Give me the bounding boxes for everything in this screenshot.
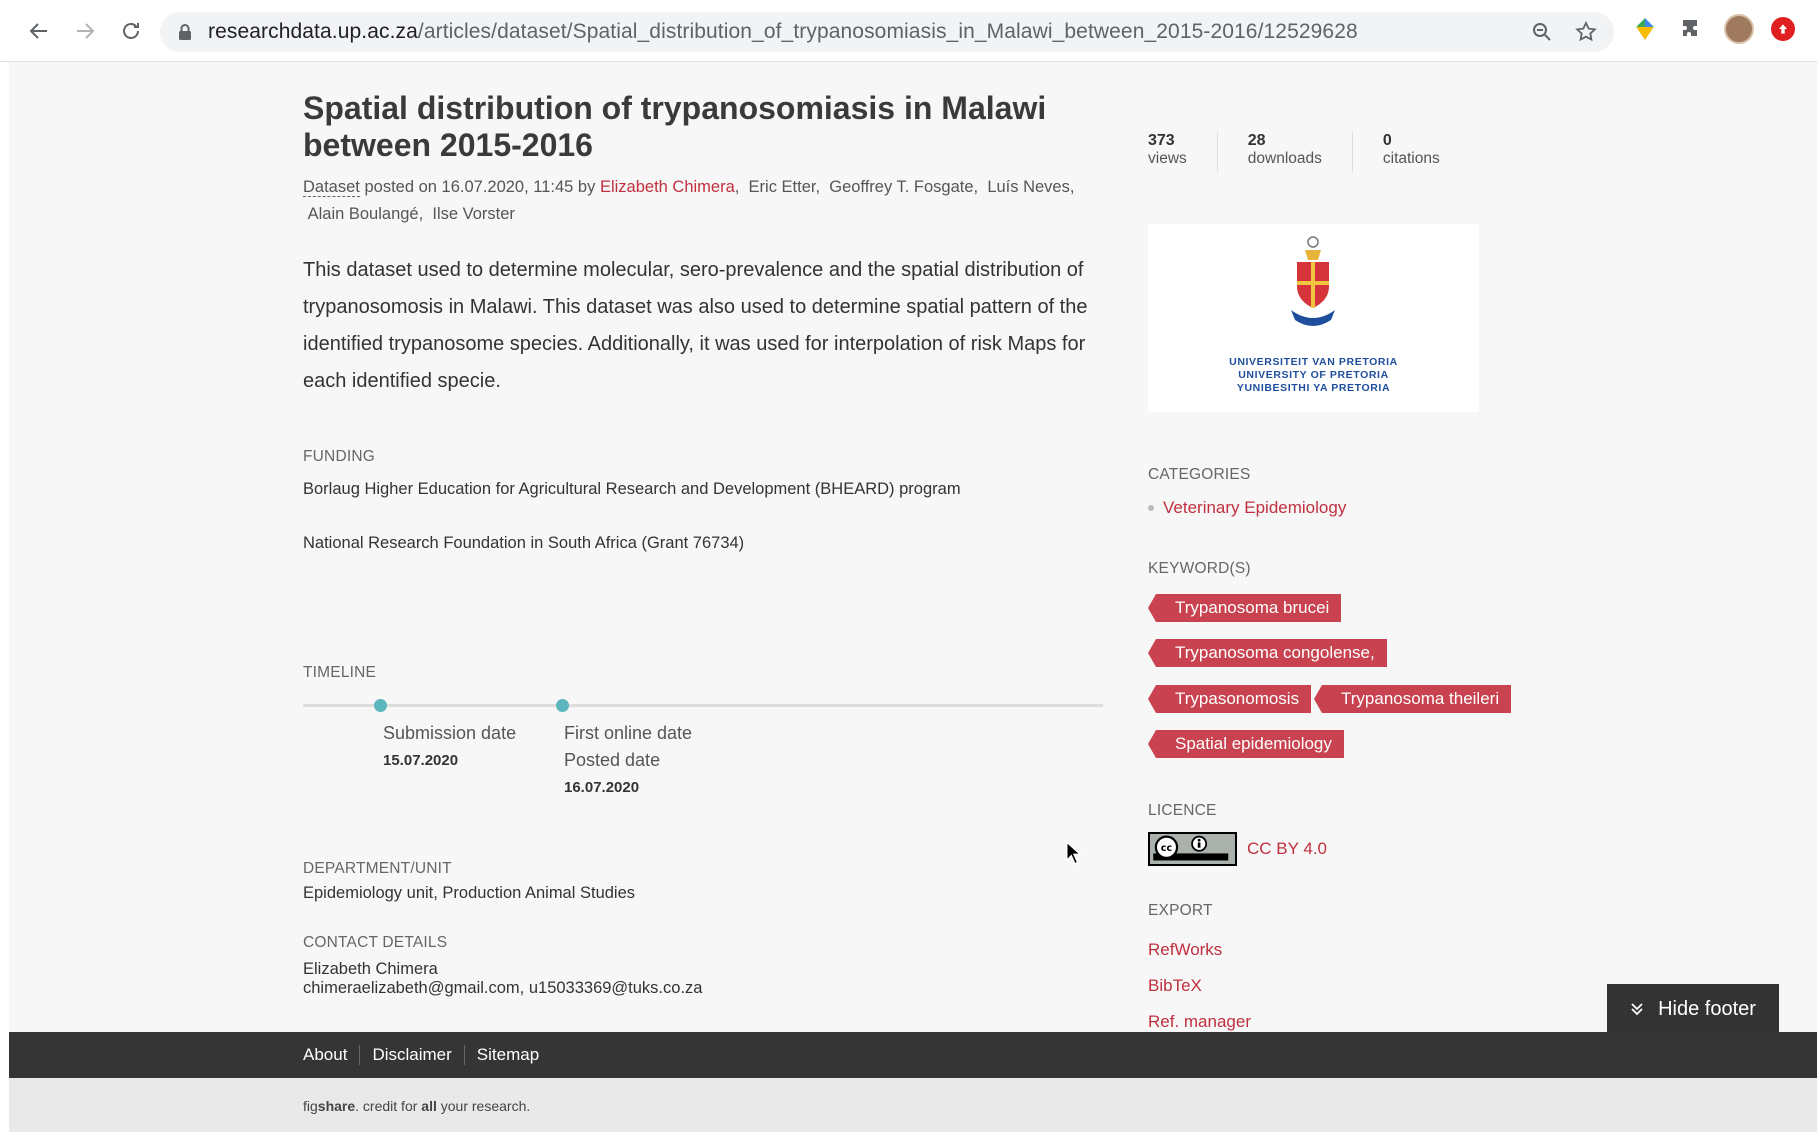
timeline-label: TIMELINE [303, 664, 377, 681]
reload-icon[interactable] [108, 8, 154, 54]
timeline-section: TIMELINE Submission date 15.07.2020 Firs… [303, 664, 1103, 796]
funding-section: FUNDING Borlaug Higher Education for Agr… [303, 448, 961, 552]
contact-section: CONTACT DETAILS Elizabeth Chimera chimer… [303, 934, 702, 998]
credit-text: figshare. credit for all your research. [303, 1098, 531, 1114]
author-name: Geoffrey T. Fosgate [829, 178, 974, 196]
logo-text-line: UNIVERSITY OF PRETORIA [1238, 369, 1389, 381]
browser-toolbar: researchdata.up.ac.za/articles/dataset/S… [0, 0, 1817, 62]
item-type[interactable]: Dataset [303, 178, 360, 197]
footer-link-sitemap[interactable]: Sitemap [463, 1045, 551, 1065]
keyword-tag[interactable]: Spatial epidemiology [1148, 730, 1344, 758]
export-refworks-link[interactable]: RefWorks [1148, 940, 1251, 960]
category-link[interactable]: Veterinary Epidemiology [1148, 498, 1346, 518]
author-name: Ilse Vorster [432, 205, 515, 223]
department-label: DEPARTMENT/UNIT [303, 860, 452, 877]
contact-label: CONTACT DETAILS [303, 934, 448, 951]
author-link[interactable]: Elizabeth Chimera [600, 178, 735, 196]
article-title: Spatial distribution of trypanosomiasis … [303, 90, 1047, 163]
export-bibtex-link[interactable]: BibTeX [1148, 976, 1251, 996]
crest-icon [1291, 236, 1335, 326]
bookmark-star-icon[interactable] [1574, 20, 1598, 44]
licence-section: LICENCE cc CC BY 4.0 [1148, 802, 1327, 866]
submission-label: Submission date [383, 723, 517, 743]
mouse-cursor-icon [1066, 840, 1083, 865]
chevrons-down-icon [1631, 1003, 1643, 1016]
posted-date: 16.07.2020 [564, 779, 640, 796]
page-content: Spatial distribution of trypanosomiasis … [9, 62, 1817, 1132]
keyword-tag[interactable]: Trypasonomosis [1147, 685, 1312, 713]
stat-views: 373 views [1148, 132, 1218, 172]
institution-logo[interactable]: UNIVERSITEIT VAN PRETORIA UNIVERSITY OF … [1148, 224, 1479, 412]
logo-text-line: UNIVERSITEIT VAN PRETORIA [1229, 356, 1398, 368]
contact-name: Elizabeth Chimera [303, 960, 438, 978]
submission-date: 15.07.2020 [383, 752, 459, 769]
department-section: DEPARTMENT/UNIT Epidemiology unit, Produ… [303, 860, 635, 903]
posted-label: Posted date [564, 750, 661, 770]
article-main: Spatial distribution of trypanosomiasis … [303, 90, 1113, 400]
lock-icon [179, 24, 191, 40]
byline: Dataset posted on 16.07.2020, 11:45 by E… [303, 178, 1075, 223]
funding-item: National Research Foundation in South Af… [303, 534, 745, 552]
extension-drive-icon[interactable] [1630, 14, 1660, 44]
categories-label: CATEGORIES [1148, 466, 1251, 483]
cc-by-badge-icon[interactable]: cc [1148, 832, 1237, 866]
zoom-icon[interactable] [1530, 20, 1554, 44]
forward-icon[interactable] [62, 8, 108, 54]
timeline-submission: Submission date 15.07.2020 [383, 720, 516, 774]
address-bar[interactable]: researchdata.up.ac.za/articles/dataset/S… [160, 12, 1614, 52]
logo-text-line: YUNIBESITHI YA PRETORIA [1236, 382, 1391, 394]
timeline-track [303, 704, 1103, 707]
keyword-tag[interactable]: Trypanosoma congolense, [1148, 639, 1387, 667]
funding-label: FUNDING [303, 448, 376, 465]
extension-red-icon[interactable] [1771, 17, 1795, 41]
timeline-dot [374, 699, 387, 712]
stat-citations: 0 citations [1382, 132, 1440, 167]
keywords-section: KEYWORD(S) Trypanosoma brucei Trypanosom… [1147, 560, 1568, 760]
posted-text: posted on 16.07.2020, 11:45 by [364, 178, 596, 196]
svg-text:cc: cc [1161, 843, 1173, 854]
stats: 373 views 28 downloads 0 citations [1148, 132, 1568, 172]
url-text: researchdata.up.ac.za/articles/dataset/S… [208, 20, 1358, 43]
licence-label: LICENCE [1148, 802, 1217, 819]
department-value: Epidemiology unit, Production Animal Stu… [303, 884, 636, 902]
timeline-dot [556, 699, 569, 712]
author-name: Eric Etter [748, 178, 816, 196]
author-name: Luís Neves [987, 178, 1070, 196]
footer-bar: About Disclaimer Sitemap [9, 1032, 1817, 1078]
article-description: This dataset used to determine molecular… [303, 259, 1088, 392]
contact-emails: chimeraelizabeth@gmail.com, u15033369@tu… [303, 979, 703, 997]
online-label: First online date [564, 723, 693, 743]
export-refmanager-link[interactable]: Ref. manager [1148, 1012, 1251, 1032]
footer-credit: figshare. credit for all your research. [9, 1078, 1817, 1132]
author-name: Alain Boulangé [307, 205, 419, 223]
profile-avatar[interactable] [1724, 14, 1754, 44]
hide-footer-button[interactable]: Hide footer [1607, 984, 1779, 1034]
categories-section: CATEGORIES Veterinary Epidemiology [1148, 466, 1346, 518]
extensions-puzzle-icon[interactable] [1677, 14, 1707, 44]
export-section: EXPORT RefWorks BibTeX Ref. manager [1148, 902, 1251, 1032]
back-icon[interactable] [16, 8, 62, 54]
footer-link-about[interactable]: About [303, 1045, 359, 1065]
footer-link-disclaimer[interactable]: Disclaimer [359, 1045, 463, 1065]
funding-item: Borlaug Higher Education for Agricultura… [303, 480, 961, 498]
stat-downloads: 28 downloads [1248, 132, 1353, 172]
bullet-icon [1148, 505, 1154, 511]
keyword-tag[interactable]: Trypanosoma theileri [1313, 685, 1512, 713]
licence-link[interactable]: CC BY 4.0 [1247, 839, 1327, 859]
keywords-label: KEYWORD(S) [1148, 560, 1251, 577]
timeline-online: First online date Posted date 16.07.2020 [564, 720, 692, 801]
sidebar: 373 views 28 downloads 0 citations UNIVERSI… [1147, 132, 1568, 1031]
keyword-tag[interactable]: Trypanosoma brucei [1147, 594, 1342, 622]
export-label: EXPORT [1148, 902, 1213, 919]
